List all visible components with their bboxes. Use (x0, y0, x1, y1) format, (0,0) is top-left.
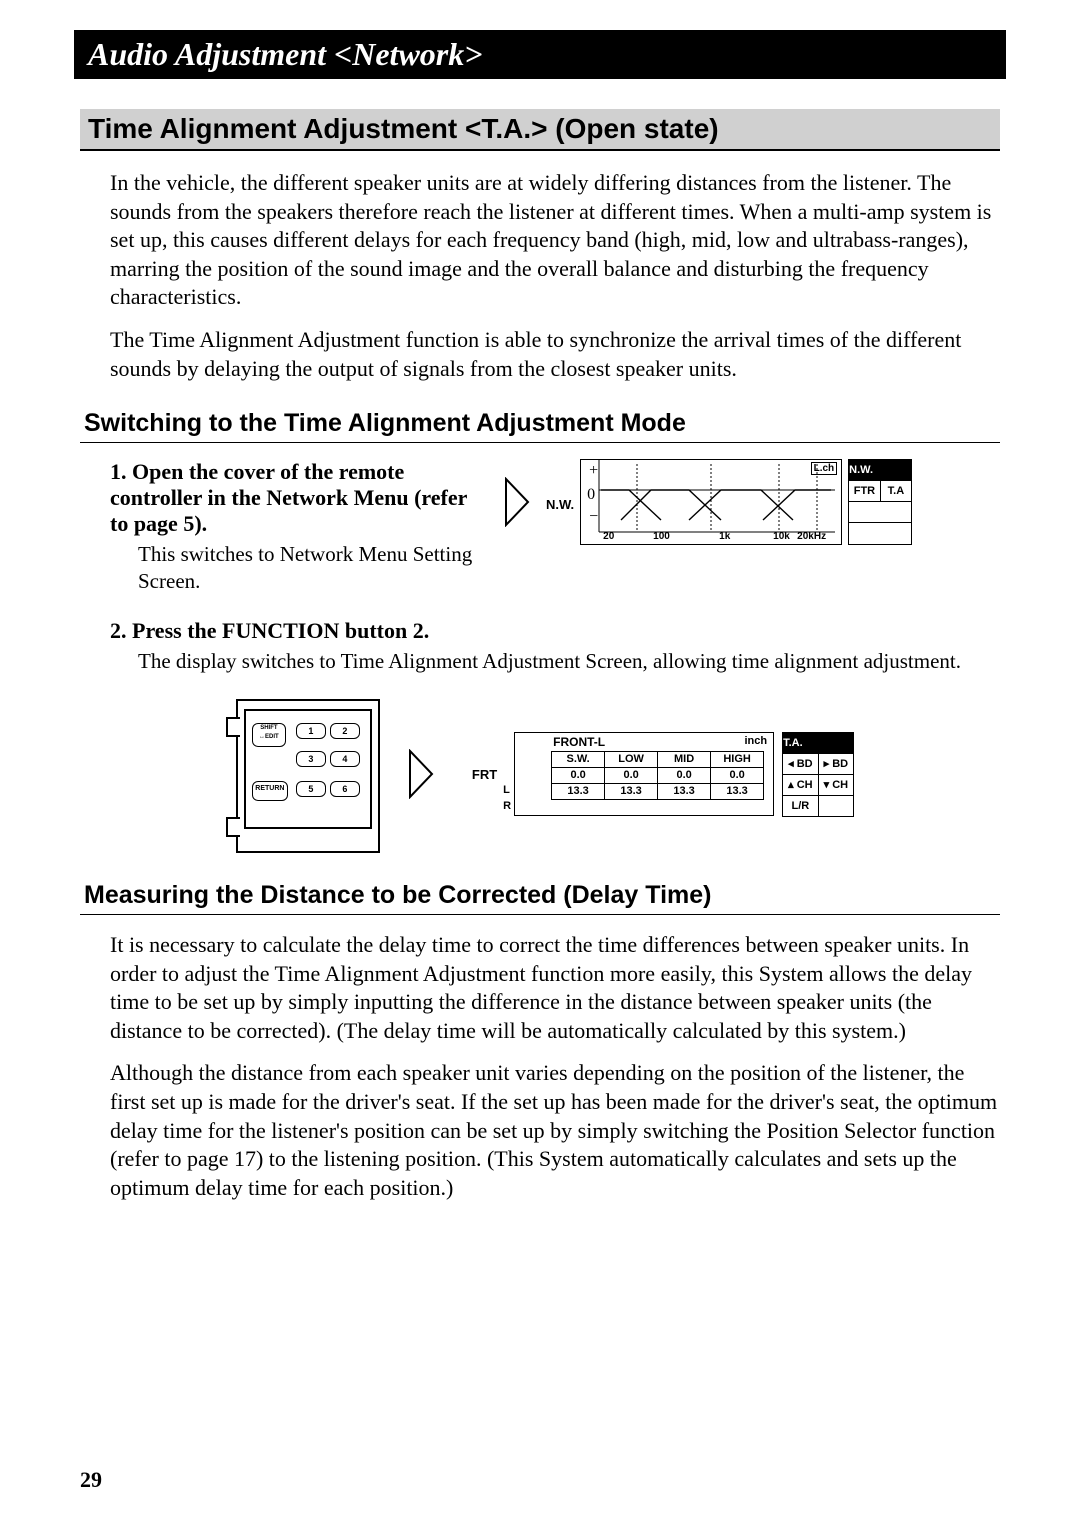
subheading-measuring: Measuring the Distance to be Corrected (… (80, 877, 1000, 915)
remote-btn-4: 4 (330, 751, 360, 767)
chapter-banner: Audio Adjustment <Network> (74, 30, 1006, 79)
intro-paragraph-2: The Time Alignment Adjustment function i… (110, 326, 1000, 383)
ta-unit: inch (744, 735, 767, 747)
remote-btn-6: 6 (330, 781, 360, 797)
side-ftr: FTR (849, 481, 881, 501)
remote-shift-button: SHIFT ↔EDIT (252, 723, 286, 747)
l-sw: 0.0 (552, 767, 605, 783)
l-low: 0.0 (605, 767, 658, 783)
ta-screen-diagram: SHIFT ↔EDIT 1 2 3 4 RETURN 5 6 FRT L R F… (80, 699, 1000, 849)
ta-display-panel: FRT L R FRONT-L inch S.W. LOW MID HIGH 0… (472, 732, 854, 817)
network-curve-diagram: N.W. + 0 − L.ch 20 100 1k 10k 20kHz (504, 459, 912, 545)
hdr-low: LOW (605, 751, 658, 767)
remote-btn-2: 2 (330, 723, 360, 739)
ch-R: R (503, 798, 511, 814)
remote-return-button: RETURN (252, 781, 288, 801)
step2-detail: The display switches to Time Alignment A… (138, 648, 1000, 675)
step1-title: Open the cover of the remote controller … (110, 459, 467, 536)
lr-blank (819, 796, 854, 816)
l-high: 0.0 (711, 767, 764, 783)
ta-label: T.A. (783, 733, 853, 754)
bd-left: ◂ BD (783, 754, 819, 774)
l-mid: 0.0 (658, 767, 711, 783)
right-arrow-icon (504, 477, 530, 527)
ch-up: ▴ CH (783, 775, 819, 795)
intro-paragraph-1: In the vehicle, the different speaker un… (110, 169, 1000, 312)
remote-btn-5: 5 (296, 781, 326, 797)
frequency-graph: + 0 − L.ch 20 100 1k 10k 20kHz (580, 459, 842, 545)
r-mid: 13.3 (658, 783, 711, 799)
remote-btn-1: 1 (296, 723, 326, 739)
mode-side-stack: N.W. FTR T.A (848, 459, 912, 545)
r-sw: 13.3 (552, 783, 605, 799)
page-number: 29 (80, 1467, 102, 1493)
hdr-sw: S.W. (552, 751, 605, 767)
ta-table: S.W. LOW MID HIGH 0.0 0.0 0.0 0.0 13.3 1… (551, 751, 764, 800)
frt-label: FRT (472, 767, 503, 782)
step2-title: Press the FUNCTION button 2. (132, 618, 429, 643)
side-blank-1 (849, 502, 911, 523)
lr-label: L/R (783, 796, 819, 816)
remote-controller-illustration: SHIFT ↔EDIT 1 2 3 4 RETURN 5 6 (226, 699, 386, 849)
right-arrow-icon (408, 749, 434, 799)
bd-right: ▸ BD (819, 754, 854, 774)
remote-btn-3: 3 (296, 751, 326, 767)
step2-number: 2. (110, 618, 127, 643)
ch-down: ▾ CH (819, 775, 854, 795)
side-blank-2 (849, 523, 911, 543)
ch-L: L (503, 782, 511, 798)
side-ta: T.A (881, 481, 912, 501)
subheading-switching: Switching to the Time Alignment Adjustme… (80, 405, 1000, 443)
step1-number: 1. (110, 459, 127, 484)
section-heading: Time Alignment Adjustment <T.A.> (Open s… (80, 109, 1000, 151)
r-low: 13.3 (605, 783, 658, 799)
r-high: 13.3 (711, 783, 764, 799)
side-nw: N.W. (849, 460, 911, 481)
ta-side-stack: T.A. ◂ BD ▸ BD ▴ CH ▾ CH L/R (782, 732, 854, 817)
hdr-high: HIGH (711, 751, 764, 767)
nw-label-left: N.W. (546, 493, 580, 512)
hdr-mid: MID (658, 751, 711, 767)
ta-values-box: FRONT-L inch S.W. LOW MID HIGH 0.0 0.0 0… (514, 732, 774, 816)
step1-detail: This switches to Network Menu Setting Sc… (138, 541, 480, 596)
measure-paragraph-2: Although the distance from each speaker … (110, 1059, 1000, 1202)
ta-title: FRONT-L (553, 735, 605, 749)
measure-paragraph-1: It is necessary to calculate the delay t… (110, 931, 1000, 1045)
